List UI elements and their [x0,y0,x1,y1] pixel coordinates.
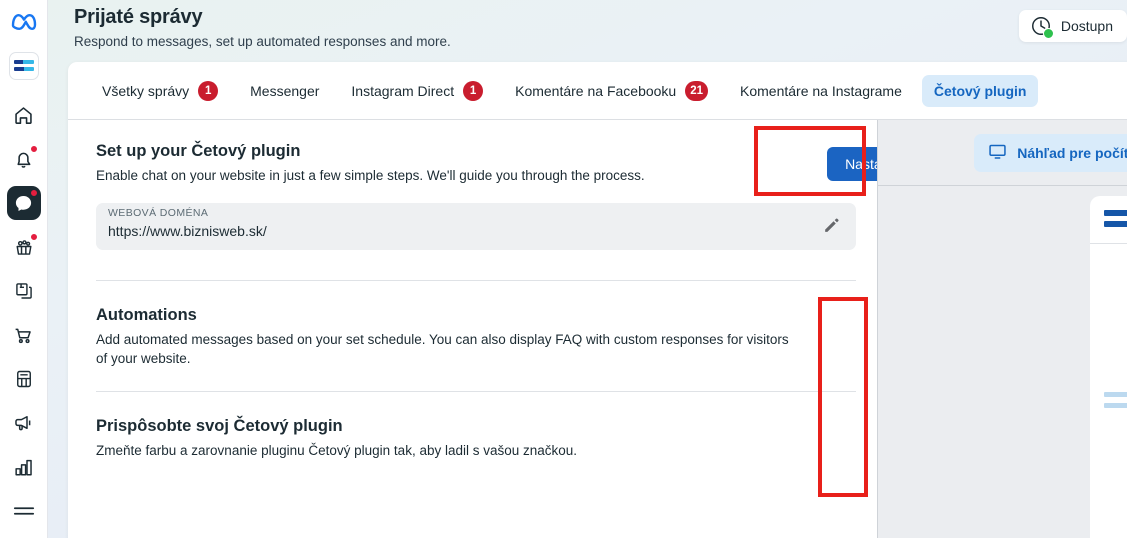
rail-item-audience[interactable] [7,230,41,264]
home-icon [13,105,34,126]
rail-item-inbox[interactable] [6,186,41,220]
section-divider-2 [96,390,856,392]
tab-badge: 1 [198,80,219,101]
tab-messenger[interactable]: Messenger [238,75,331,107]
tab-label: Všetky správy [102,82,190,99]
desktop-monitor-icon [988,142,1007,164]
online-status-dot [1042,28,1054,39]
thumb-line-1 [13,60,34,65]
section-divider-1 [96,279,856,281]
preview-logo-line-1 [1104,210,1127,216]
rail-item-billing[interactable] [7,362,41,396]
web-domain-field[interactable]: WEBOVÁ DOMÉNA https://www.biznisweb.sk/ [96,202,856,250]
inbox-tabs: Všetky správy 1 Messenger Instagram Dire… [68,62,1127,120]
tab-chat-plugin[interactable]: Četový plugin [921,74,1039,107]
web-domain-label: WEBOVÁ DOMÉNA [108,206,209,219]
preview-header-rule [1090,243,1127,244]
page-header: Prijaté správy Respond to messages, set … [48,0,1127,58]
preview-site-logo [1104,210,1127,227]
tab-label: Četový plugin [933,82,1027,99]
business-logo-thumbnail[interactable] [8,51,39,80]
web-domain-value: https://www.biznisweb.sk/ [108,222,267,239]
automations-description: Add automated messages based on your set… [96,331,789,367]
bar-chart-icon [13,457,34,478]
rail-item-pages[interactable] [7,274,41,308]
page-title: Prijaté správy [74,6,203,28]
rail-item-more[interactable] [7,494,41,528]
rail-item-commerce[interactable] [7,318,41,352]
card-body: Set up your Četový plugin Enable chat on… [68,120,1127,538]
preview-footer-link [1104,403,1127,408]
rail-item-home[interactable] [7,98,41,132]
preview-pane: Náhľad pre počítač [877,120,1127,538]
automations-title: Automations [96,305,197,324]
clock-icon [1030,15,1054,39]
calculator-icon [14,369,34,389]
availability-status-button[interactable]: Dostupn [1018,10,1127,42]
tab-facebook-comments[interactable]: Komentáre na Facebooku 21 [503,73,720,109]
thumb-line-2 [13,67,34,72]
app-root: Prijaté správy Respond to messages, set … [0,0,1127,538]
rail-item-notifications[interactable] [7,142,41,176]
availability-label: Dostupn [1060,18,1113,34]
meta-logo-icon[interactable] [0,0,48,42]
preview-footer-link [1104,392,1127,397]
page-subtitle: Respond to messages, set up automated re… [74,34,451,49]
preview-logo-line-2 [1104,221,1127,227]
tab-instagram-direct[interactable]: Instagram Direct 1 [339,73,495,109]
pages-icon [14,281,34,301]
menu-icon [13,504,35,518]
setup-description: Enable chat on your website in just a fe… [96,168,645,183]
website-preview-frame [1090,196,1127,538]
customize-section: Prispôsobte svoj Četový plugin Zmeňte fa… [96,416,912,461]
megaphone-icon [13,413,34,434]
settings-pane: Set up your Četový plugin Enable chat on… [68,120,915,538]
customize-description: Zmeňte farbu a zarovnanie pluginu Četový… [96,442,578,458]
desktop-preview-toggle[interactable]: Náhľad pre počítač [974,133,1127,172]
inbox-badge-dot [29,189,38,197]
pencil-icon[interactable] [822,216,842,236]
preview-footer-links [1104,392,1127,408]
rail-items [6,98,41,538]
customize-title: Prispôsobte svoj Četový plugin [96,416,343,435]
rail-item-insights[interactable] [7,450,41,484]
tab-all-messages[interactable]: Všetky správy 1 [90,73,230,109]
preview-toolbar: Náhľad pre počítač [878,120,1127,186]
notification-badge-dot [29,145,38,153]
tab-badge: 21 [685,80,709,101]
chat-plugin-card: Všetky správy 1 Messenger Instagram Dire… [68,62,1127,538]
setup-title: Set up your Četový plugin [96,142,301,160]
automations-section: Automations Add automated messages based… [96,305,912,369]
left-nav-rail [0,0,48,538]
tab-label: Instagram Direct [351,82,455,99]
tab-instagram-comments[interactable]: Komentáre na Instagrame [728,75,914,107]
preview-toggle-label: Náhľad pre počítač [1017,144,1127,161]
tab-label: Messenger [250,82,320,99]
shopping-cart-icon [13,325,34,346]
rail-item-ads[interactable] [7,406,41,440]
tab-label: Komentáre na Facebooku [515,82,677,99]
setup-section: Set up your Četový plugin Enable chat on… [96,142,915,186]
tab-badge: 1 [463,80,484,101]
audience-badge-dot [29,233,38,241]
tab-label: Komentáre na Instagrame [740,82,902,99]
